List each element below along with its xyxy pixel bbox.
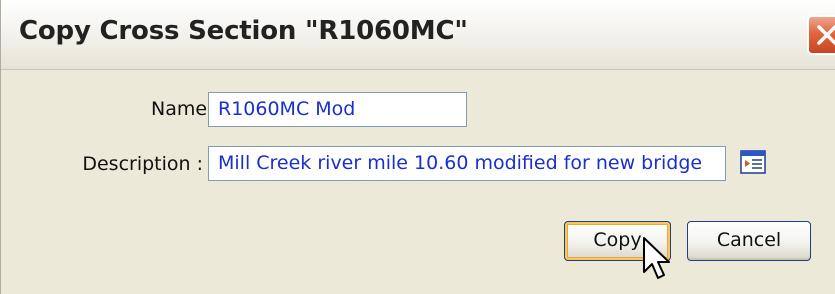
description-label: Description :: [82, 153, 203, 175]
cancel-button[interactable]: Cancel: [687, 221, 811, 261]
close-icon: [817, 25, 835, 45]
name-label: Name :: [151, 98, 220, 120]
description-editor-button[interactable]: [739, 148, 767, 176]
mouse-pointer-icon: [643, 237, 670, 279]
description-editor-icon: [740, 150, 766, 174]
dialog-title: Copy Cross Section "R1060MC": [19, 16, 468, 46]
copy-cross-section-dialog: Copy Cross Section "R1060MC" Name : R106…: [0, 0, 835, 294]
title-bar[interactable]: Copy Cross Section "R1060MC": [1, 0, 835, 70]
description-input[interactable]: Mill Creek river mile 10.60 modified for…: [208, 146, 726, 181]
name-input[interactable]: R1060MC Mod: [208, 92, 467, 127]
close-button[interactable]: [807, 15, 835, 55]
